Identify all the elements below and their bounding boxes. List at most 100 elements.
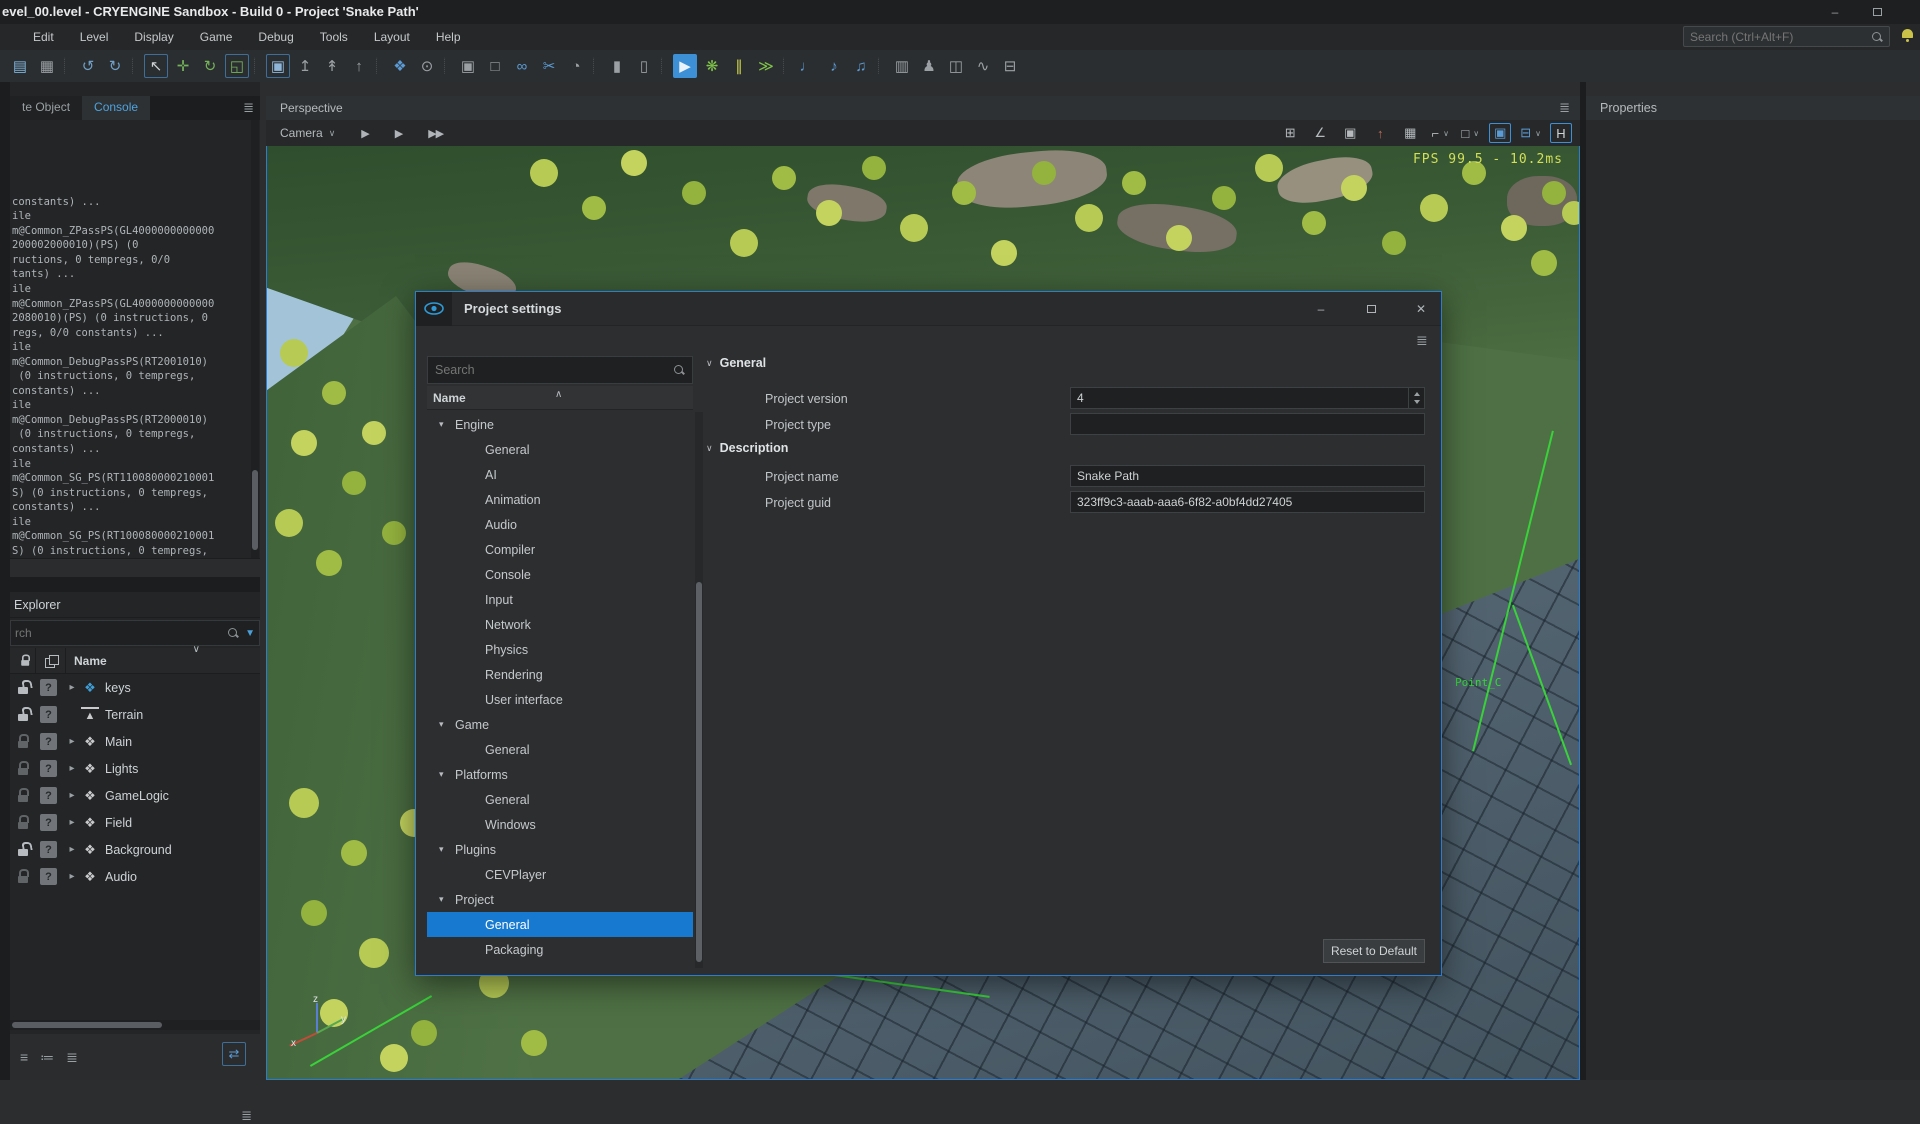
expand-arrow-icon[interactable]: ▸ <box>65 871 79 882</box>
select-group-icon[interactable]: ▣∨ <box>266 54 290 78</box>
tree-group-game[interactable]: ▾ Game <box>427 712 693 737</box>
question-badge-icon[interactable]: ? <box>40 787 57 804</box>
mute-audio-icon[interactable]: ♩∨ <box>795 54 819 78</box>
dialog-titlebar[interactable]: Project settings – ✕ <box>416 292 1441 326</box>
dialog-close-button[interactable]: ✕ <box>1406 300 1436 318</box>
magnet-snap-icon[interactable]: ❖∨ <box>388 54 412 78</box>
open-level-icon[interactable]: ▤∨ <box>8 54 32 78</box>
layer-row-audio[interactable]: ? ▸ ❖ Audio <box>10 863 260 890</box>
play-pause-icon[interactable]: ▶ <box>395 127 402 140</box>
tab-create-object[interactable]: te Object <box>10 96 82 120</box>
layer-row-background[interactable]: ? ▸ ❖ Background <box>10 836 260 863</box>
unlink-objects-icon[interactable]: ✂∨ <box>537 54 561 78</box>
settings-search-box[interactable] <box>427 356 693 384</box>
project-guid-input[interactable] <box>1077 495 1424 509</box>
window-maximize-button[interactable] <box>1862 3 1892 21</box>
play-audio-icon[interactable]: ♫∨ <box>849 54 873 78</box>
menu-item[interactable]: Game <box>187 27 246 47</box>
lock-icon[interactable] <box>17 734 31 749</box>
menu-item[interactable]: Edit <box>20 27 67 47</box>
view-layout-icon[interactable]: ⊟∨ <box>1519 123 1542 143</box>
console-scrollbar[interactable] <box>251 120 259 558</box>
select-object-icon[interactable]: ↖∨ <box>144 54 168 78</box>
lock-icon[interactable] <box>17 707 31 722</box>
explorer-column-header[interactable]: Name ∨ <box>10 648 260 674</box>
tree-item-packaging[interactable]: ▾ Packaging <box>427 937 693 962</box>
tree-item-windows[interactable]: ▾ Windows <box>427 812 693 837</box>
menu-item[interactable]: Display <box>121 27 186 47</box>
console-scrollbar-thumb[interactable] <box>252 470 258 550</box>
notification-bell-icon[interactable] <box>1901 29 1915 43</box>
question-badge-icon[interactable]: ? <box>40 733 57 750</box>
dialog-menu-icon[interactable]: ≣ <box>1416 332 1428 349</box>
tree-item-network[interactable]: ▾ Network <box>427 612 693 637</box>
snap-vertex-icon[interactable]: ↟∨ <box>320 54 344 78</box>
lock-icon[interactable] <box>17 869 31 884</box>
menu-item[interactable]: Tools <box>307 27 361 47</box>
pivot-snap-icon[interactable]: ⌐∨ <box>1429 123 1451 143</box>
settings-tree-scrollbar-thumb[interactable] <box>696 582 702 962</box>
lock-icon[interactable] <box>17 815 31 830</box>
tab-perspective[interactable]: Perspective <box>280 101 343 115</box>
tree-group-engine[interactable]: ▾ Engine <box>427 412 693 437</box>
zoom-tool-icon[interactable]: ⊙∨ <box>415 54 439 78</box>
name-column-label[interactable]: Name <box>66 654 107 668</box>
unlock-selection-icon[interactable]: ▯∨ <box>632 54 656 78</box>
expand-arrow-icon[interactable]: ▸ <box>65 736 79 747</box>
expand-arrow-icon[interactable]: ▸ <box>65 790 79 801</box>
tree-item-audio[interactable]: ▾ Audio <box>427 512 693 537</box>
spin-down-icon[interactable] <box>1414 400 1420 404</box>
stop-audio-icon[interactable]: ♪∨ <box>822 54 846 78</box>
global-search-input[interactable] <box>1690 30 1871 44</box>
menu-item[interactable]: Help <box>423 27 474 47</box>
lock-icon[interactable] <box>17 761 31 776</box>
question-badge-icon[interactable]: ? <box>40 841 57 858</box>
grid-snap-icon[interactable]: ⊞∨ <box>1279 123 1301 143</box>
play-game-icon[interactable]: ▶∨ <box>673 54 697 78</box>
lock-icon[interactable] <box>17 842 31 857</box>
helpers-toggle-icon[interactable]: H∨ <box>1550 123 1572 143</box>
filter-icon[interactable]: ▼ <box>245 628 255 639</box>
step-physics-icon[interactable]: ≫∨ <box>754 54 778 78</box>
layer-row-terrain[interactable]: ? ▸ ▲ Terrain <box>10 701 260 728</box>
panel-menu-icon[interactable]: ≣ <box>243 100 254 116</box>
lock-selection-icon[interactable]: ▮∨ <box>605 54 629 78</box>
settings-search-input[interactable] <box>435 363 673 377</box>
explorer-search-input[interactable] <box>15 626 227 640</box>
tree-group-platforms[interactable]: ▾ Platforms <box>427 762 693 787</box>
dialog-maximize-button[interactable] <box>1356 300 1386 318</box>
tab-console[interactable]: Console <box>82 96 150 120</box>
explorer-search-box[interactable]: ▼ <box>10 620 260 646</box>
scale-object-icon[interactable]: ◱∨ <box>225 54 249 78</box>
tree-item-game-general[interactable]: ▾ General <box>427 737 693 762</box>
tree-item-input[interactable]: ▾ Input <box>427 587 693 612</box>
snap-pivot-icon[interactable]: ↥∨ <box>293 54 317 78</box>
play-step-icon[interactable]: ▶ <box>361 127 368 140</box>
window-minimize-button[interactable]: – <box>1820 3 1850 21</box>
redo-icon[interactable]: ↻∨ <box>103 54 127 78</box>
tree-item-ai[interactable]: ▾ AI <box>427 462 693 487</box>
tree-group-plugins[interactable]: ▾ Plugins <box>427 837 693 862</box>
tree-item-engine-general[interactable]: ▾ General <box>427 437 693 462</box>
project-guid-field[interactable] <box>1070 491 1425 513</box>
undo-icon[interactable]: ↺∨ <box>76 54 100 78</box>
menu-item[interactable]: Level <box>67 27 122 47</box>
console-log[interactable]: constants) ...ilem@Common_ZPassPS(GL4000… <box>10 120 250 558</box>
follow-terrain-icon[interactable]: ◔∨ <box>564 54 588 78</box>
curve-editor-icon[interactable]: ∿∨ <box>971 54 995 78</box>
dialog-minimize-button[interactable]: – <box>1306 300 1336 318</box>
question-badge-icon[interactable]: ? <box>40 706 57 723</box>
tree-group-project[interactable]: ▾ Project <box>427 887 693 912</box>
spinner-buttons[interactable] <box>1408 388 1424 408</box>
explorer-hscrollbar-thumb[interactable] <box>12 1022 162 1028</box>
settings-tree-scrollbar[interactable] <box>695 412 703 968</box>
console-input-row[interactable] <box>10 558 260 578</box>
project-type-field[interactable] <box>1070 413 1425 435</box>
object-snap-icon[interactable]: ▦∨ <box>1399 123 1421 143</box>
menu-item[interactable]: Layout <box>361 27 423 47</box>
question-badge-icon[interactable]: ? <box>40 679 57 696</box>
expand-arrow-icon[interactable]: ▸ <box>65 682 79 693</box>
display-options-icon[interactable]: □∨ <box>1459 123 1481 143</box>
chevron-down-icon[interactable]: ∨ <box>193 644 200 655</box>
sync-selection-button[interactable]: ⇄ <box>222 1042 246 1066</box>
